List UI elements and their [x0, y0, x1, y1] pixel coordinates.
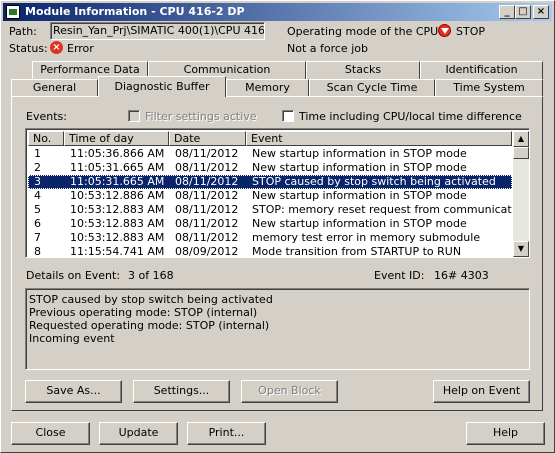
tab-general[interactable]: General [11, 79, 98, 97]
table-row[interactable]: 3 11:05:31.665 AM 08/11/2012 STOP caused by… [28, 175, 512, 189]
cell-event: Mode transition from STARTUP to RUN [252, 245, 462, 258]
help-button[interactable]: Help [466, 422, 545, 445]
print-button[interactable]: Print... [187, 422, 266, 445]
cell-time: 11:05:31.665 AM [70, 175, 165, 188]
cell-event: STOP: memory reset request from communic… [252, 203, 512, 216]
tab-memory[interactable]: Memory [226, 79, 309, 97]
events-label: Events: [26, 110, 67, 123]
scroll-down-icon[interactable]: ▼ [513, 241, 529, 257]
cell-event: New startup information in STOP mode [252, 189, 467, 202]
cell-date: 08/11/2012 [175, 231, 239, 244]
tab-identification[interactable]: Identification [420, 61, 543, 79]
module-info-app-icon [6, 5, 20, 19]
settings-button[interactable]: Settings... [133, 380, 230, 403]
path-field: Resin_Yan_Prj\SIMATIC 400(1)\CPU 416-2 [50, 22, 265, 40]
cell-date: 08/11/2012 [175, 217, 239, 230]
scroll-up-icon[interactable]: ▲ [513, 131, 529, 147]
details-line: Incoming event [29, 332, 115, 345]
cell-time: 10:53:12.886 AM [70, 189, 165, 202]
column-header-no[interactable]: No. [28, 131, 64, 146]
cell-event: memory test error in memory submodule [252, 231, 481, 244]
close-icon[interactable]: × [533, 5, 549, 19]
cell-date: 08/11/2012 [175, 189, 239, 202]
update-button[interactable]: Update [99, 422, 178, 445]
status-value: Error [67, 42, 94, 55]
column-header-event[interactable]: Event [246, 131, 512, 146]
path-value: Resin_Yan_Prj\SIMATIC 400(1)\CPU 416-2 [53, 24, 265, 37]
cell-time: 11:05:31.665 AM [70, 161, 165, 174]
cell-date: 08/11/2012 [175, 175, 239, 188]
details-label: Details on Event: [26, 269, 121, 282]
cell-no: 6 [34, 217, 41, 230]
tab-stacks[interactable]: Stacks [306, 61, 420, 79]
details-line: STOP caused by stop switch being activat… [29, 293, 273, 306]
table-row[interactable]: 5 10:53:12.883 AM 08/11/2012 STOP: memory r… [28, 203, 512, 217]
cell-time: 11:15:54.741 AM [70, 245, 165, 258]
force-job-status: Not a force job [287, 42, 368, 55]
event-id-label: Event ID: [374, 269, 425, 282]
maximize-icon[interactable]: □ [515, 5, 531, 19]
cell-date: 08/09/2012 [175, 245, 239, 258]
filter-settings-checkbox[interactable] [128, 110, 140, 122]
cell-no: 5 [34, 203, 41, 216]
operating-mode-value: STOP [456, 25, 485, 38]
cell-time: 10:53:12.883 AM [70, 217, 165, 230]
close-button[interactable]: Close [11, 422, 90, 445]
cell-time: 10:53:12.883 AM [70, 203, 165, 216]
tab-time-system[interactable]: Time System [435, 79, 543, 97]
stop-icon [438, 24, 451, 37]
cell-event: New startup information in STOP mode [252, 217, 467, 230]
table-row[interactable]: 2 11:05:31.665 AM 08/11/2012 New startup in… [28, 161, 512, 175]
table-row[interactable]: 8 11:15:54.741 AM 08/09/2012 Mode transitio… [28, 245, 512, 258]
cell-event: New startup information in STOP mode [252, 161, 467, 174]
details-line: Previous operating mode: STOP (internal) [29, 306, 258, 319]
save-as-button[interactable]: Save As... [25, 380, 122, 403]
title-bar[interactable]: Module Information - CPU 416-2 DP _ □ × [3, 3, 552, 21]
help-on-event-button[interactable]: Help on Event [433, 380, 530, 403]
column-header-time[interactable]: Time of day [64, 131, 169, 146]
cell-date: 08/11/2012 [175, 203, 239, 216]
details-count: 3 of 168 [128, 269, 174, 282]
table-row[interactable]: 6 10:53:12.883 AM 08/11/2012 New startup in… [28, 217, 512, 231]
table-row[interactable]: 1 11:05:36.866 AM 08/11/2012 New startup in… [28, 147, 512, 161]
events-list[interactable]: No. Time of day Date Event 1 11:05:36.866… [25, 128, 530, 258]
cell-time: 10:53:12.883 AM [70, 231, 165, 244]
time-including-label: Time including CPU/local time difference [299, 110, 522, 123]
table-row[interactable]: 4 10:53:12.886 AM 08/11/2012 New startup in… [28, 189, 512, 203]
cell-event: New startup information in STOP mode [252, 147, 467, 160]
cell-no: 7 [34, 231, 41, 244]
scroll-thumb[interactable] [513, 147, 529, 159]
path-label: Path: [9, 25, 37, 38]
status-label: Status: [9, 42, 48, 55]
cell-date: 08/11/2012 [175, 147, 239, 160]
minimize-icon[interactable]: _ [499, 5, 515, 19]
tab-scan-cycle-time[interactable]: Scan Cycle Time [309, 79, 435, 97]
details-line: Requested operating mode: STOP (internal… [29, 319, 270, 332]
cell-no: 8 [34, 245, 41, 258]
cell-event: STOP caused by stop switch being activat… [252, 175, 496, 188]
events-list-scrollbar[interactable]: ▲ ▼ [513, 131, 529, 257]
time-including-checkbox[interactable] [282, 110, 294, 122]
cell-no: 2 [34, 161, 41, 174]
open-block-button[interactable]: Open Block [241, 380, 338, 403]
cell-time: 11:05:36.866 AM [70, 147, 165, 160]
cell-no: 4 [34, 189, 41, 202]
cell-no: 3 [34, 175, 41, 188]
event-id-value: 16# 4303 [434, 269, 489, 282]
cell-no: 1 [34, 147, 41, 160]
events-list-header: No. Time of day Date Event [28, 131, 512, 146]
module-information-window: Module Information - CPU 416-2 DP _ □ × … [0, 0, 555, 453]
operating-mode-label: Operating mode of the CPU: [287, 25, 442, 38]
filter-settings-label: Filter settings active [145, 110, 257, 123]
error-icon: × [50, 41, 63, 54]
table-row[interactable]: 7 10:53:12.883 AM 08/11/2012 memory test e… [28, 231, 512, 245]
column-header-date[interactable]: Date [169, 131, 246, 146]
event-details-box: STOP caused by stop switch being activat… [25, 288, 530, 370]
tab-diagnostic-buffer[interactable]: Diagnostic Buffer [98, 76, 226, 97]
window-title: Module Information - CPU 416-2 DP [25, 5, 245, 18]
cell-date: 08/11/2012 [175, 161, 239, 174]
